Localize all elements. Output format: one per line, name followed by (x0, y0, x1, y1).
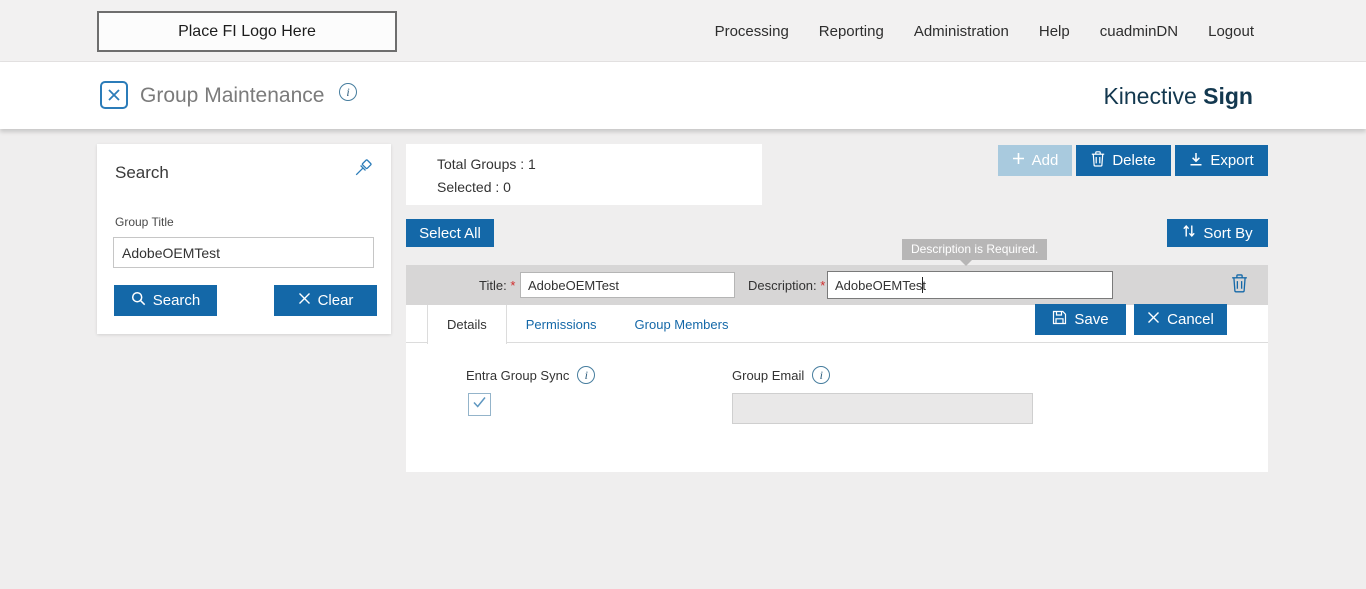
entra-group-sync-label: Entra Group Sync i (466, 366, 595, 384)
clear-button[interactable]: Clear (274, 285, 377, 316)
row-delete-trash-icon[interactable] (1231, 274, 1248, 298)
total-groups-text: Total Groups : 1 (437, 153, 762, 176)
nav-processing[interactable]: Processing (715, 23, 789, 40)
description-input-wrap (827, 271, 1113, 299)
sort-arrows-icon (1182, 224, 1196, 242)
search-button[interactable]: Search (114, 285, 217, 316)
select-all-button[interactable]: Select All (406, 219, 494, 247)
save-floppy-icon (1052, 310, 1067, 329)
page-header: Group Maintenance i Kinective Sign (0, 62, 1366, 129)
group-title-label: Group Title (115, 215, 174, 229)
sort-by-button[interactable]: Sort By (1167, 219, 1268, 247)
description-label: Description: * (748, 278, 825, 293)
cancel-button-label: Cancel (1167, 311, 1214, 328)
select-all-label: Select All (419, 225, 481, 242)
cancel-x-icon (1147, 311, 1160, 328)
group-detail-panel: Details Permissions Group Members Save C… (406, 305, 1268, 472)
text-caret (922, 277, 923, 293)
plus-icon (1012, 152, 1025, 169)
title-input[interactable] (520, 272, 735, 298)
checkmark-icon (472, 396, 487, 414)
toolbar: Add Delete Export (998, 145, 1268, 176)
nav-logout[interactable]: Logout (1208, 23, 1254, 40)
nav-help[interactable]: Help (1039, 23, 1070, 40)
brand-name: Kinective (1103, 83, 1196, 109)
group-email-label: Group Email i (732, 366, 830, 384)
description-input[interactable] (827, 271, 1113, 299)
page: Place FI Logo Here Processing Reporting … (0, 0, 1366, 589)
nav-administration[interactable]: Administration (914, 23, 1009, 40)
trash-icon (1091, 151, 1105, 171)
tab-details[interactable]: Details (427, 305, 507, 344)
selected-count-text: Selected : 0 (437, 176, 762, 199)
brand-logo: Kinective Sign (1103, 83, 1253, 110)
nav-user-cuadmindn[interactable]: cuadminDN (1100, 23, 1178, 40)
clear-button-label: Clear (318, 292, 354, 309)
save-button[interactable]: Save (1035, 304, 1126, 335)
sort-by-label: Sort By (1203, 225, 1252, 242)
clear-x-icon (298, 292, 311, 309)
search-panel-title: Search (115, 163, 169, 183)
search-icon (131, 291, 146, 310)
save-button-label: Save (1074, 311, 1108, 328)
search-button-label: Search (153, 292, 201, 309)
export-button-label: Export (1210, 152, 1253, 169)
validation-tooltip: Description is Required. (902, 239, 1047, 260)
tab-group-members[interactable]: Group Members (616, 305, 748, 343)
entra-group-sync-checkbox[interactable] (468, 393, 491, 416)
cancel-button[interactable]: Cancel (1134, 304, 1227, 335)
entra-group-sync-info-icon[interactable]: i (577, 366, 595, 384)
page-title-info-icon[interactable]: i (339, 83, 357, 101)
download-icon (1189, 152, 1203, 170)
top-nav: Processing Reporting Administration Help… (715, 0, 1254, 62)
validation-tooltip-text: Description is Required. (911, 242, 1038, 256)
delete-button[interactable]: Delete (1076, 145, 1171, 176)
brand-product: Sign (1203, 83, 1253, 109)
group-maintenance-icon (100, 81, 128, 109)
nav-reporting[interactable]: Reporting (819, 23, 884, 40)
required-asterisk: * (820, 278, 825, 293)
title-label: Title: * (479, 278, 515, 293)
add-button[interactable]: Add (998, 145, 1072, 176)
page-title: Group Maintenance (140, 84, 324, 108)
fi-logo-placeholder[interactable]: Place FI Logo Here (97, 11, 397, 52)
group-row-header: Title: * Description: * (406, 265, 1268, 305)
fi-logo-text: Place FI Logo Here (178, 23, 316, 41)
add-button-label: Add (1032, 152, 1059, 169)
tab-permissions[interactable]: Permissions (507, 305, 616, 343)
pin-icon[interactable] (354, 159, 372, 182)
group-email-input[interactable] (732, 393, 1033, 424)
summary-box: Total Groups : 1 Selected : 0 (406, 144, 762, 205)
search-panel: Search Group Title Search C (97, 144, 391, 334)
delete-button-label: Delete (1112, 152, 1155, 169)
export-button[interactable]: Export (1175, 145, 1268, 176)
tab-bar: Details Permissions Group Members Save C… (406, 305, 1268, 343)
required-asterisk: * (510, 278, 515, 293)
top-bar: Place FI Logo Here Processing Reporting … (0, 0, 1366, 62)
group-email-info-icon[interactable]: i (812, 366, 830, 384)
group-title-input[interactable] (113, 237, 374, 268)
